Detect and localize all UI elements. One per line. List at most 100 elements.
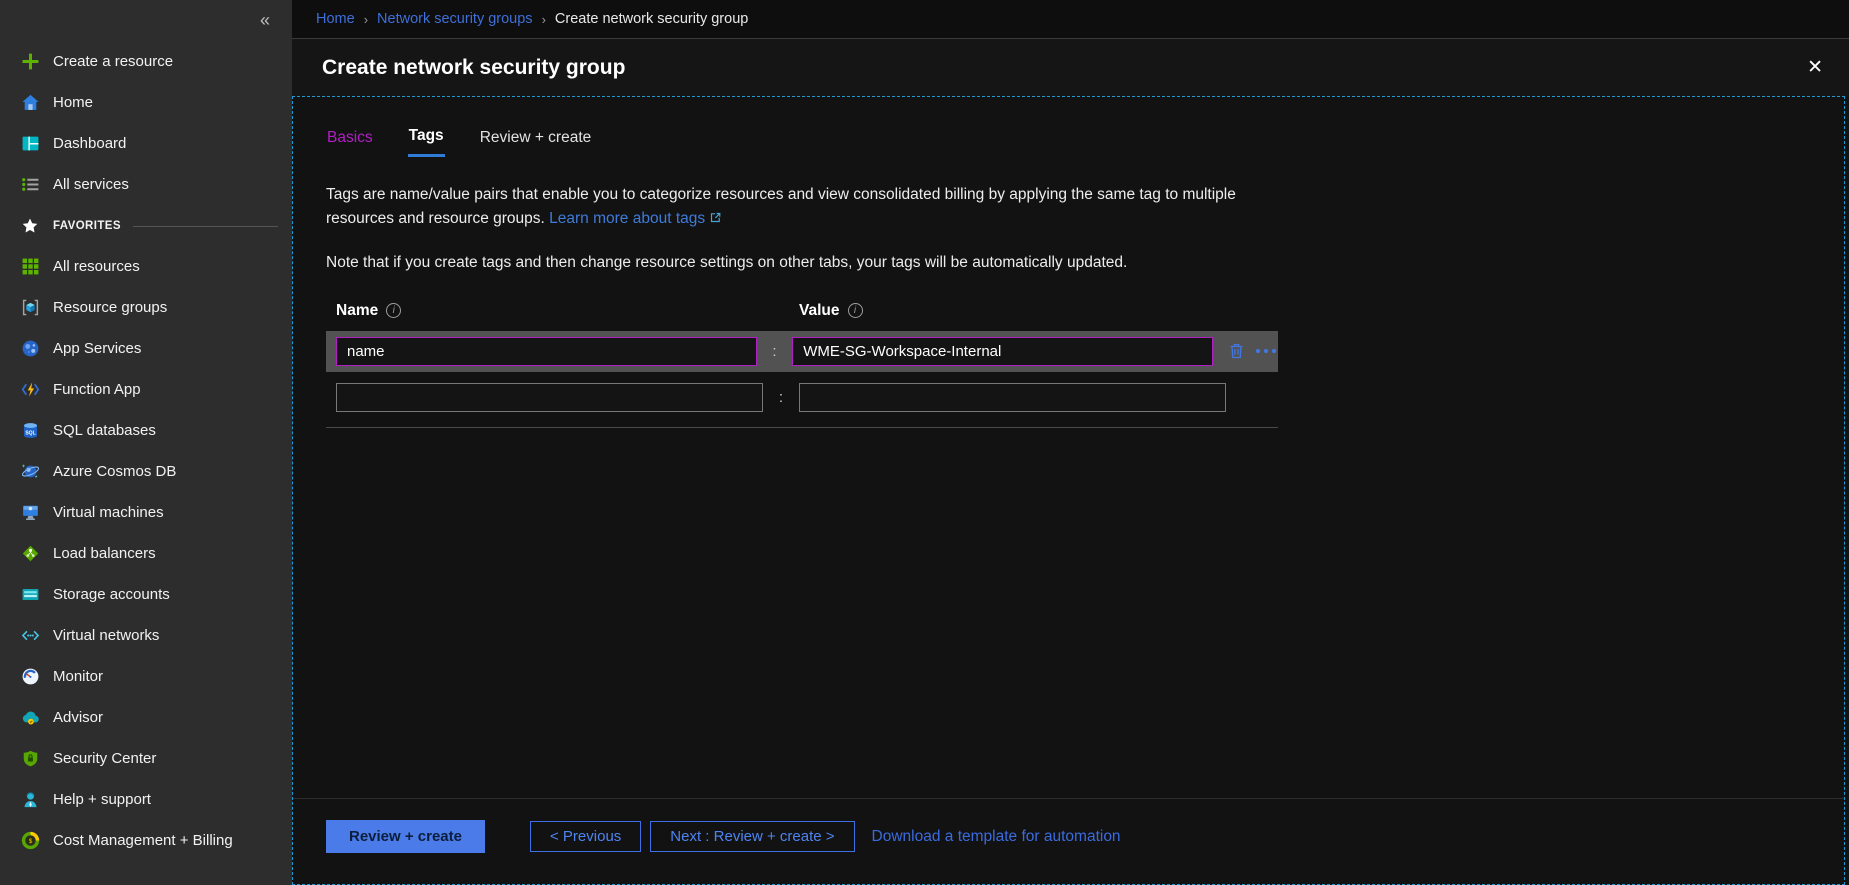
sidebar-item-all-resources[interactable]: All resources — [0, 246, 292, 287]
sidebar-item-label: Advisor — [53, 709, 103, 726]
page-title: Create network security group — [322, 56, 625, 80]
sidebar-item-help-support[interactable]: Help + support — [0, 779, 292, 820]
info-icon[interactable] — [386, 303, 401, 318]
sidebar-item-app-services[interactable]: App Services — [0, 328, 292, 369]
learn-more-label: Learn more about tags — [549, 210, 705, 227]
next-button[interactable]: Next : Review + create > — [650, 821, 854, 852]
dashboard-icon — [20, 134, 40, 154]
tab-bar: Basics Tags Review + create — [326, 127, 1844, 157]
blade-footer: Review + create < Previous Next : Review… — [293, 798, 1844, 884]
security-center-icon — [20, 749, 40, 769]
download-template-link[interactable]: Download a template for automation — [872, 828, 1121, 846]
sidebar-item-label: Help + support — [53, 791, 151, 808]
tab-basics[interactable]: Basics — [326, 127, 374, 157]
sidebar-item-create-a-resource[interactable]: Create a resource — [0, 41, 292, 82]
sidebar-item-storage-accounts[interactable]: Storage accounts — [0, 574, 292, 615]
all-services-icon — [20, 175, 40, 195]
sidebar-item-load-balancers[interactable]: Load balancers — [0, 533, 292, 574]
sidebar-item-label: All services — [53, 176, 129, 193]
sidebar-item-label: All resources — [53, 258, 140, 275]
sidebar: « Create a resource Home Dashboard — [0, 0, 292, 885]
tags-description: Tags are name/value pairs that enable yo… — [326, 183, 1288, 232]
sidebar-nav: Create a resource Home Dashboard All ser… — [0, 41, 292, 861]
sidebar-item-function-app[interactable]: Function App — [0, 369, 292, 410]
sidebar-item-advisor[interactable]: Advisor — [0, 697, 292, 738]
help-support-icon — [20, 790, 40, 810]
table-bottom-divider — [326, 427, 1278, 428]
tags-description-text: Tags are name/value pairs that enable yo… — [326, 186, 1236, 227]
sidebar-item-label: Home — [53, 94, 93, 111]
virtual-networks-icon — [20, 626, 40, 646]
cost-management-icon: $ — [20, 831, 40, 851]
previous-button[interactable]: < Previous — [530, 821, 641, 852]
value-column-header: Value — [799, 302, 863, 320]
sidebar-item-label: Monitor — [53, 668, 103, 685]
sidebar-collapse-button[interactable]: « — [260, 10, 270, 31]
sidebar-item-label: Create a resource — [53, 53, 173, 70]
sidebar-item-virtual-machines[interactable]: Virtual machines — [0, 492, 292, 533]
close-icon[interactable]: ✕ — [1807, 56, 1823, 79]
sidebar-item-dashboard[interactable]: Dashboard — [0, 123, 292, 164]
external-link-icon — [709, 211, 722, 224]
sidebar-item-sql-databases[interactable]: SQL SQL databases — [0, 410, 292, 451]
sidebar-section-label: FAVORITES — [53, 220, 121, 232]
info-icon[interactable] — [848, 303, 863, 318]
sidebar-item-label: Load balancers — [53, 545, 156, 562]
tag-name-input[interactable] — [336, 337, 757, 366]
svg-text:SQL: SQL — [25, 430, 35, 436]
colon-separator: : — [763, 389, 799, 406]
name-column-header: Name — [336, 302, 799, 320]
sidebar-item-label: Cost Management + Billing — [53, 832, 233, 849]
tag-row: : — [326, 331, 1278, 372]
tag-row-empty: : — [326, 377, 1278, 418]
sidebar-item-label: Storage accounts — [53, 586, 170, 603]
tab-review-create[interactable]: Review + create — [479, 127, 593, 157]
tag-name-input[interactable] — [336, 383, 763, 412]
all-resources-icon — [20, 257, 40, 277]
breadcrumb: Home › Network security groups › Create … — [292, 0, 1849, 38]
more-options-button[interactable] — [1254, 347, 1278, 355]
home-icon — [20, 93, 40, 113]
learn-more-link[interactable]: Learn more about tags — [549, 210, 722, 227]
sidebar-item-label: Function App — [53, 381, 141, 398]
cosmos-db-icon — [20, 462, 40, 482]
svg-text:$: $ — [28, 838, 32, 845]
delete-tag-button[interactable] — [1228, 342, 1245, 360]
sidebar-item-label: Security Center — [53, 750, 156, 767]
breadcrumb-home-link[interactable]: Home — [316, 11, 355, 27]
tag-value-input[interactable] — [792, 337, 1213, 366]
main-area: Home › Network security groups › Create … — [292, 0, 1849, 885]
trash-icon — [1228, 342, 1245, 360]
value-header-label: Value — [799, 302, 840, 320]
tab-tags[interactable]: Tags — [408, 127, 445, 157]
breadcrumb-network-security-groups-link[interactable]: Network security groups — [377, 11, 533, 27]
sidebar-item-cost-management-billing[interactable]: $ Cost Management + Billing — [0, 820, 292, 861]
virtual-machines-icon — [20, 503, 40, 523]
tag-value-input[interactable] — [799, 383, 1226, 412]
sql-databases-icon: SQL — [20, 421, 40, 441]
azure-portal: « Create a resource Home Dashboard — [0, 0, 1849, 885]
tags-table: Name Value : — [326, 302, 1278, 428]
review-create-button[interactable]: Review + create — [326, 820, 485, 853]
sidebar-item-label: App Services — [53, 340, 141, 357]
tags-note: Note that if you create tags and then ch… — [326, 254, 1844, 272]
resource-groups-icon — [20, 298, 40, 318]
monitor-icon — [20, 667, 40, 687]
sidebar-item-resource-groups[interactable]: Resource groups — [0, 287, 292, 328]
blade-titlebar: Create network security group ✕ — [292, 38, 1849, 96]
sidebar-item-label: SQL databases — [53, 422, 156, 439]
colon-separator: : — [757, 343, 792, 360]
tags-table-header: Name Value — [326, 302, 1278, 320]
ellipsis-icon — [1254, 347, 1278, 355]
sidebar-item-azure-cosmos-db[interactable]: Azure Cosmos DB — [0, 451, 292, 492]
sidebar-item-virtual-networks[interactable]: Virtual networks — [0, 615, 292, 656]
sidebar-item-monitor[interactable]: Monitor — [0, 656, 292, 697]
chevron-right-icon: › — [364, 12, 368, 27]
sidebar-item-security-center[interactable]: Security Center — [0, 738, 292, 779]
sidebar-item-home[interactable]: Home — [0, 82, 292, 123]
sidebar-item-all-services[interactable]: All services — [0, 164, 292, 205]
load-balancers-icon — [20, 544, 40, 564]
chevron-right-icon: › — [542, 12, 546, 27]
favorites-divider — [133, 226, 278, 227]
function-app-icon — [20, 380, 40, 400]
